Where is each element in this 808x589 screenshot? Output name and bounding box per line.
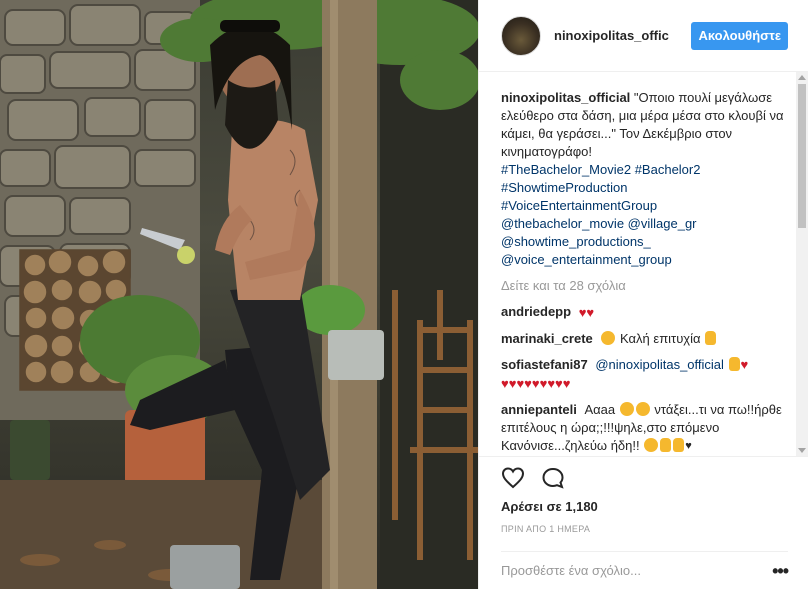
add-comment-bar: ••• — [501, 551, 789, 589]
hashtag[interactable]: #Bachelor2 — [635, 162, 701, 177]
heart-eyes-emoji-icon — [635, 401, 650, 416]
scroll-down-arrow-icon[interactable] — [798, 448, 806, 453]
load-more-comments-link[interactable]: Δείτε και τα 28 σχόλια — [501, 277, 789, 295]
more-options-icon[interactable]: ••• — [772, 562, 789, 580]
comments-scrollbar[interactable] — [796, 72, 808, 456]
likes-count[interactable]: Αρέσει σε 1,180 — [501, 499, 787, 514]
comment-username[interactable]: anniepanteli — [501, 402, 577, 417]
action-icons — [501, 457, 787, 495]
header-username[interactable]: ninoxipolitas_offic — [554, 28, 670, 43]
comment-item: andriedepp ♥♥ — [501, 303, 789, 322]
mention[interactable]: @showtime_productions_ — [501, 234, 651, 249]
photo-illustration — [0, 0, 478, 589]
hand-emoji-icon — [705, 330, 717, 345]
instagram-post: ninoxipolitas_offic Ακολουθήστε ninoxipo… — [0, 0, 808, 589]
scroll-up-arrow-icon[interactable] — [798, 75, 806, 80]
heart-icon[interactable] — [501, 466, 525, 490]
comments-section[interactable]: ninoxipolitas_official "Οποιο πουλί μεγά… — [479, 72, 808, 456]
hearts-emoji-icon: ♥♥♥♥♥♥♥♥♥ — [501, 375, 571, 391]
comment-username[interactable]: marinaki_crete — [501, 331, 593, 346]
comment-item: marinaki_crete Καλή επιτυχία — [501, 330, 789, 348]
heart-emoji-icon: ♥ — [740, 357, 749, 373]
post-side-panel: ninoxipolitas_offic Ακολουθήστε ninoxipo… — [478, 0, 808, 589]
post-actions: Αρέσει σε 1,180 ΠΡΙΝ ΑΠΟ 1 ΗΜΕΡΑ — [479, 456, 808, 534]
hashtag[interactable]: #VoiceEntertainmentGroup — [501, 198, 657, 213]
heart-emoji-icon: ♥ — [685, 440, 692, 453]
post-photo[interactable] — [0, 0, 478, 589]
smiley-emoji-icon — [644, 437, 659, 452]
hashtag[interactable]: #ShowtimeProduction — [501, 180, 627, 195]
add-comment-input[interactable] — [501, 563, 773, 578]
heart-eyes-emoji-icon — [601, 330, 616, 345]
mention[interactable]: @thebachelor_movie — [501, 216, 624, 231]
mention[interactable]: @ninoxipolitas_official — [595, 357, 724, 372]
comment-text: Ααaa — [584, 401, 616, 417]
ok-hand-emoji-icon — [728, 356, 740, 371]
comment-item: anniepanteli Ααaa ντάξει...τι να πω!!ήρθ… — [501, 401, 789, 456]
comment-text: Καλή επιτυχία — [620, 330, 701, 346]
post-header: ninoxipolitas_offic Ακολουθήστε — [479, 0, 808, 72]
heart-emoji-icon: ♥♥ — [578, 304, 595, 320]
comment-icon[interactable] — [541, 466, 565, 490]
comment-username[interactable]: sofiastefani87 — [501, 357, 588, 372]
hashtag[interactable]: #TheBachelor_Movie2 — [501, 162, 631, 177]
scrollbar-thumb[interactable] — [798, 84, 806, 228]
hand-emoji-icon — [660, 437, 672, 452]
caption: ninoxipolitas_official "Οποιο πουλί μεγά… — [501, 89, 789, 269]
heart-eyes-emoji-icon — [619, 401, 634, 416]
fist-emoji-icon — [673, 437, 685, 452]
avatar[interactable] — [501, 15, 541, 56]
post-timestamp[interactable]: ΠΡΙΝ ΑΠΟ 1 ΗΜΕΡΑ — [501, 524, 787, 534]
mention[interactable]: @voice_entertainment_group — [501, 252, 672, 267]
caption-username[interactable]: ninoxipolitas_official — [501, 90, 630, 105]
follow-button[interactable]: Ακολουθήστε — [691, 21, 788, 50]
comment-username[interactable]: andriedepp — [501, 304, 571, 319]
mention[interactable]: @village_gr — [628, 216, 697, 231]
comment-item: sofiastefani87 @ninoxipolitas_official ♥… — [501, 356, 789, 393]
